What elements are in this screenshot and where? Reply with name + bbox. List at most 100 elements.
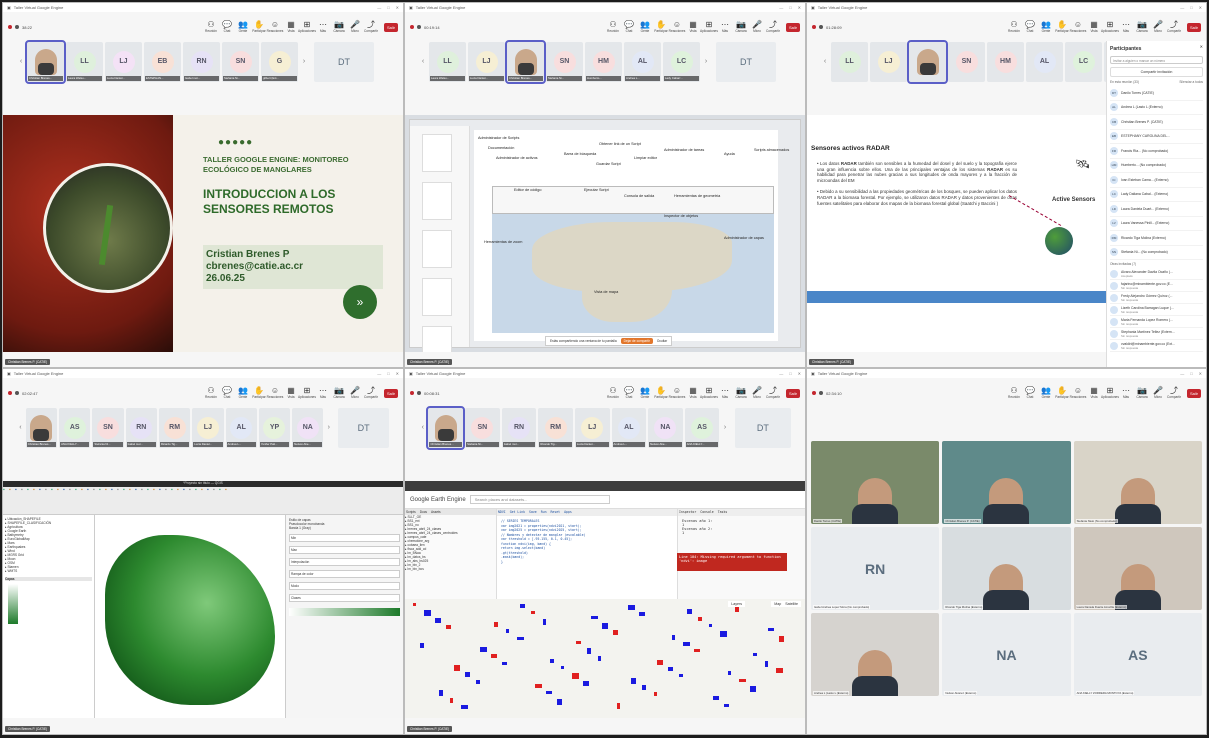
participant-tile[interactable]: SN [948,41,985,82]
code-tab[interactable]: Get Link [510,510,525,515]
tab-assets[interactable]: Assets [431,510,441,514]
code-tab[interactable]: Save [529,510,537,515]
toolbar-reacciones[interactable]: ☺ Reacciones [669,387,686,400]
participant-row[interactable]: LC Lady Daliana Cabal... (Externo) [1110,188,1203,202]
toolbar-chat[interactable]: 💬 Chat [623,387,635,400]
toolbar-chat[interactable]: 💬 Chat [623,21,635,34]
toolbar-compartir[interactable]: ⤴ Compartir [766,387,780,400]
chevron-left-icon[interactable]: ‹ [821,58,829,65]
tab-docs[interactable]: Docs [420,510,427,514]
video-tile[interactable]: Andrea L (Lasto L (Externo) [811,613,940,696]
participant-tile[interactable]: AS ANA KIELLY... [59,407,91,448]
participant-tile[interactable]: NA Nelson Abe... [648,407,683,448]
toolbar-reunión[interactable]: ⚇ Reunión [205,387,217,400]
video-tile[interactable]: AS ANA KIELLY ZORRERA MONTOYA (Externo) [1073,613,1202,696]
participant-tile[interactable]: YP Yenifer Pati... [258,407,291,448]
layers-button[interactable]: Layers [728,601,745,607]
slide-thumb[interactable] [422,230,452,268]
close-icon[interactable]: ✕ [396,5,399,10]
toolbar-chat[interactable]: 💬 Chat [1024,21,1036,34]
toolbar-participar[interactable]: ✋ Participar [654,387,667,400]
close-icon[interactable]: ✕ [396,371,399,376]
toolbar-vista[interactable]: ▦ Vista [1088,387,1100,400]
toolbar-chat[interactable]: 💬 Chat [1024,387,1036,400]
toolbar-participar[interactable]: ✋ Participar [1055,387,1068,400]
participant-tile[interactable]: LJ Lucia Daniel... [192,407,224,448]
toolbar-participar[interactable]: ✋ Participar [252,21,265,34]
toolbar-reacciones[interactable]: ☺ Reacciones [669,21,686,34]
leave-button[interactable]: Salir [383,22,398,32]
toolbar-gente[interactable]: 👥 Gente [237,387,249,400]
video-tile[interactable]: Laura Daniela Duarte Amorilla (Externo) [1073,527,1202,610]
code-tab[interactable]: Run [541,510,547,515]
toolbar-gente[interactable]: 👥 Gente [1040,21,1052,34]
toolbar-cámara[interactable]: 📷 Cámara [1136,21,1148,34]
toolbar-más[interactable]: ⋯ Más [317,21,329,34]
participant-row[interactable]: LD Laura Daniela Duart... (Externo) [1110,202,1203,217]
toolbar-participar[interactable]: ✋ Participar [1055,21,1068,34]
console-tab[interactable]: Tasks [718,510,728,515]
search-input[interactable]: Search places and datasets... [469,495,610,504]
slide-thumb[interactable] [422,278,452,316]
invitee-row[interactable]: Maria Fernanda Lopez Romero (... Sin resp… [1110,316,1203,328]
toolbar-reunión[interactable]: ⚇ Reunión [1008,21,1020,34]
slide-thumb[interactable] [422,182,452,220]
toolbar-micro[interactable]: 🎤 Micro [349,387,361,400]
toolbar-aplicaciones[interactable]: ⊞ Aplicaciones [298,387,316,400]
participant-tile[interactable]: AL [1026,41,1063,82]
toolbar-participar[interactable]: ✋ Participar [252,387,265,400]
participant-row[interactable]: AL Andrea L (Lasto L (Externo) [1110,101,1203,115]
toolbar-reacciones[interactable]: ☺ Reacciones [267,387,284,400]
styling-field[interactable]: Interpolación [289,558,400,566]
participant-tile[interactable]: SN Stefania Ni... [465,407,500,448]
participant-tile[interactable]: SN Stefania Ni... [546,41,583,82]
toolbar-más[interactable]: ⋯ Más [719,21,731,34]
minimize-icon[interactable]: — [1180,5,1184,10]
chevron-right-icon[interactable]: › [702,58,710,65]
chevron-left-icon[interactable]: ‹ [17,58,25,65]
toolbar-compartir[interactable]: ⤴ Compartir [766,21,780,34]
participant-tile[interactable]: Christian Brenes... [25,407,58,448]
toolbar-chat[interactable]: 💬 Chat [221,387,233,400]
map-type-button[interactable]: Map [774,602,781,606]
leave-button[interactable]: Salir [1186,388,1201,398]
toolbar-cámara[interactable]: 📷 Cámara [333,387,345,400]
participant-tile[interactable]: RN Isabel mor... [125,407,157,448]
console-tab[interactable]: Inspector [679,510,696,515]
maximize-icon[interactable]: □ [387,5,389,10]
mute-all-button[interactable]: Silenciar a todos [1179,80,1203,84]
toolbar-aplicaciones[interactable]: ⊞ Aplicaciones [700,21,718,34]
participant-tile[interactable]: AL Andrea L... [225,407,257,448]
participant-tile[interactable]: NA Nelson Abe... [292,407,324,448]
toolbar-aplicaciones[interactable]: ⊞ Aplicaciones [298,21,316,34]
toolbar-reunión[interactable]: ⚇ Reunión [205,21,217,34]
console-tab[interactable]: Console [700,510,713,515]
toolbar-micro[interactable]: 🎤 Micro [751,387,763,400]
code-tab[interactable]: Reset [551,510,561,515]
participant-tile[interactable]: AL Andrea L... [611,407,647,448]
participant-tile[interactable]: Ggilbert (Ext... [261,41,298,82]
participant-row[interactable]: FR Francis Ria... (No comprobado) [1110,144,1203,159]
leave-button[interactable]: Salir [383,388,398,398]
participant-tile[interactable]: LJ [870,41,907,82]
toolbar-más[interactable]: ⋯ Más [317,387,329,400]
participant-tile[interactable]: LJ Lucia Daniel... [105,41,142,82]
toolbar-vista[interactable]: ▦ Vista [1088,21,1100,34]
toolbar-reacciones[interactable]: ☺ Reacciones [267,21,284,34]
participant-tile[interactable]: Christian Brenes... [25,39,66,84]
slide-thumb[interactable] [422,326,452,352]
participant-tile[interactable]: LL Laura Watso... [66,41,103,82]
toolbar-micro[interactable]: 🎤 Micro [751,21,763,34]
toolbar-cámara[interactable]: 📷 Cámara [333,21,345,34]
toolbar-cámara[interactable]: 📷 Cámara [1136,387,1148,400]
toolbar-más[interactable]: ⋯ Más [1120,21,1132,34]
toolbar-compartir[interactable]: ⤴ Compartir [1167,21,1181,34]
video-tile[interactable]: Danilo Torres (CATIE) [811,441,940,524]
toolbar-reunión[interactable]: ⚇ Reunión [607,21,619,34]
maximize-icon[interactable]: □ [387,371,389,376]
toolbar-aplicaciones[interactable]: ⊞ Aplicaciones [1101,21,1119,34]
participant-tile[interactable]: LJ Lucia Daniel... [574,407,610,448]
close-icon[interactable]: ✕ [798,371,801,376]
toolbar-aplicaciones[interactable]: ⊞ Aplicaciones [1101,387,1119,400]
video-tile[interactable]: Christian Brenes P. (CATIE) [942,441,1071,524]
